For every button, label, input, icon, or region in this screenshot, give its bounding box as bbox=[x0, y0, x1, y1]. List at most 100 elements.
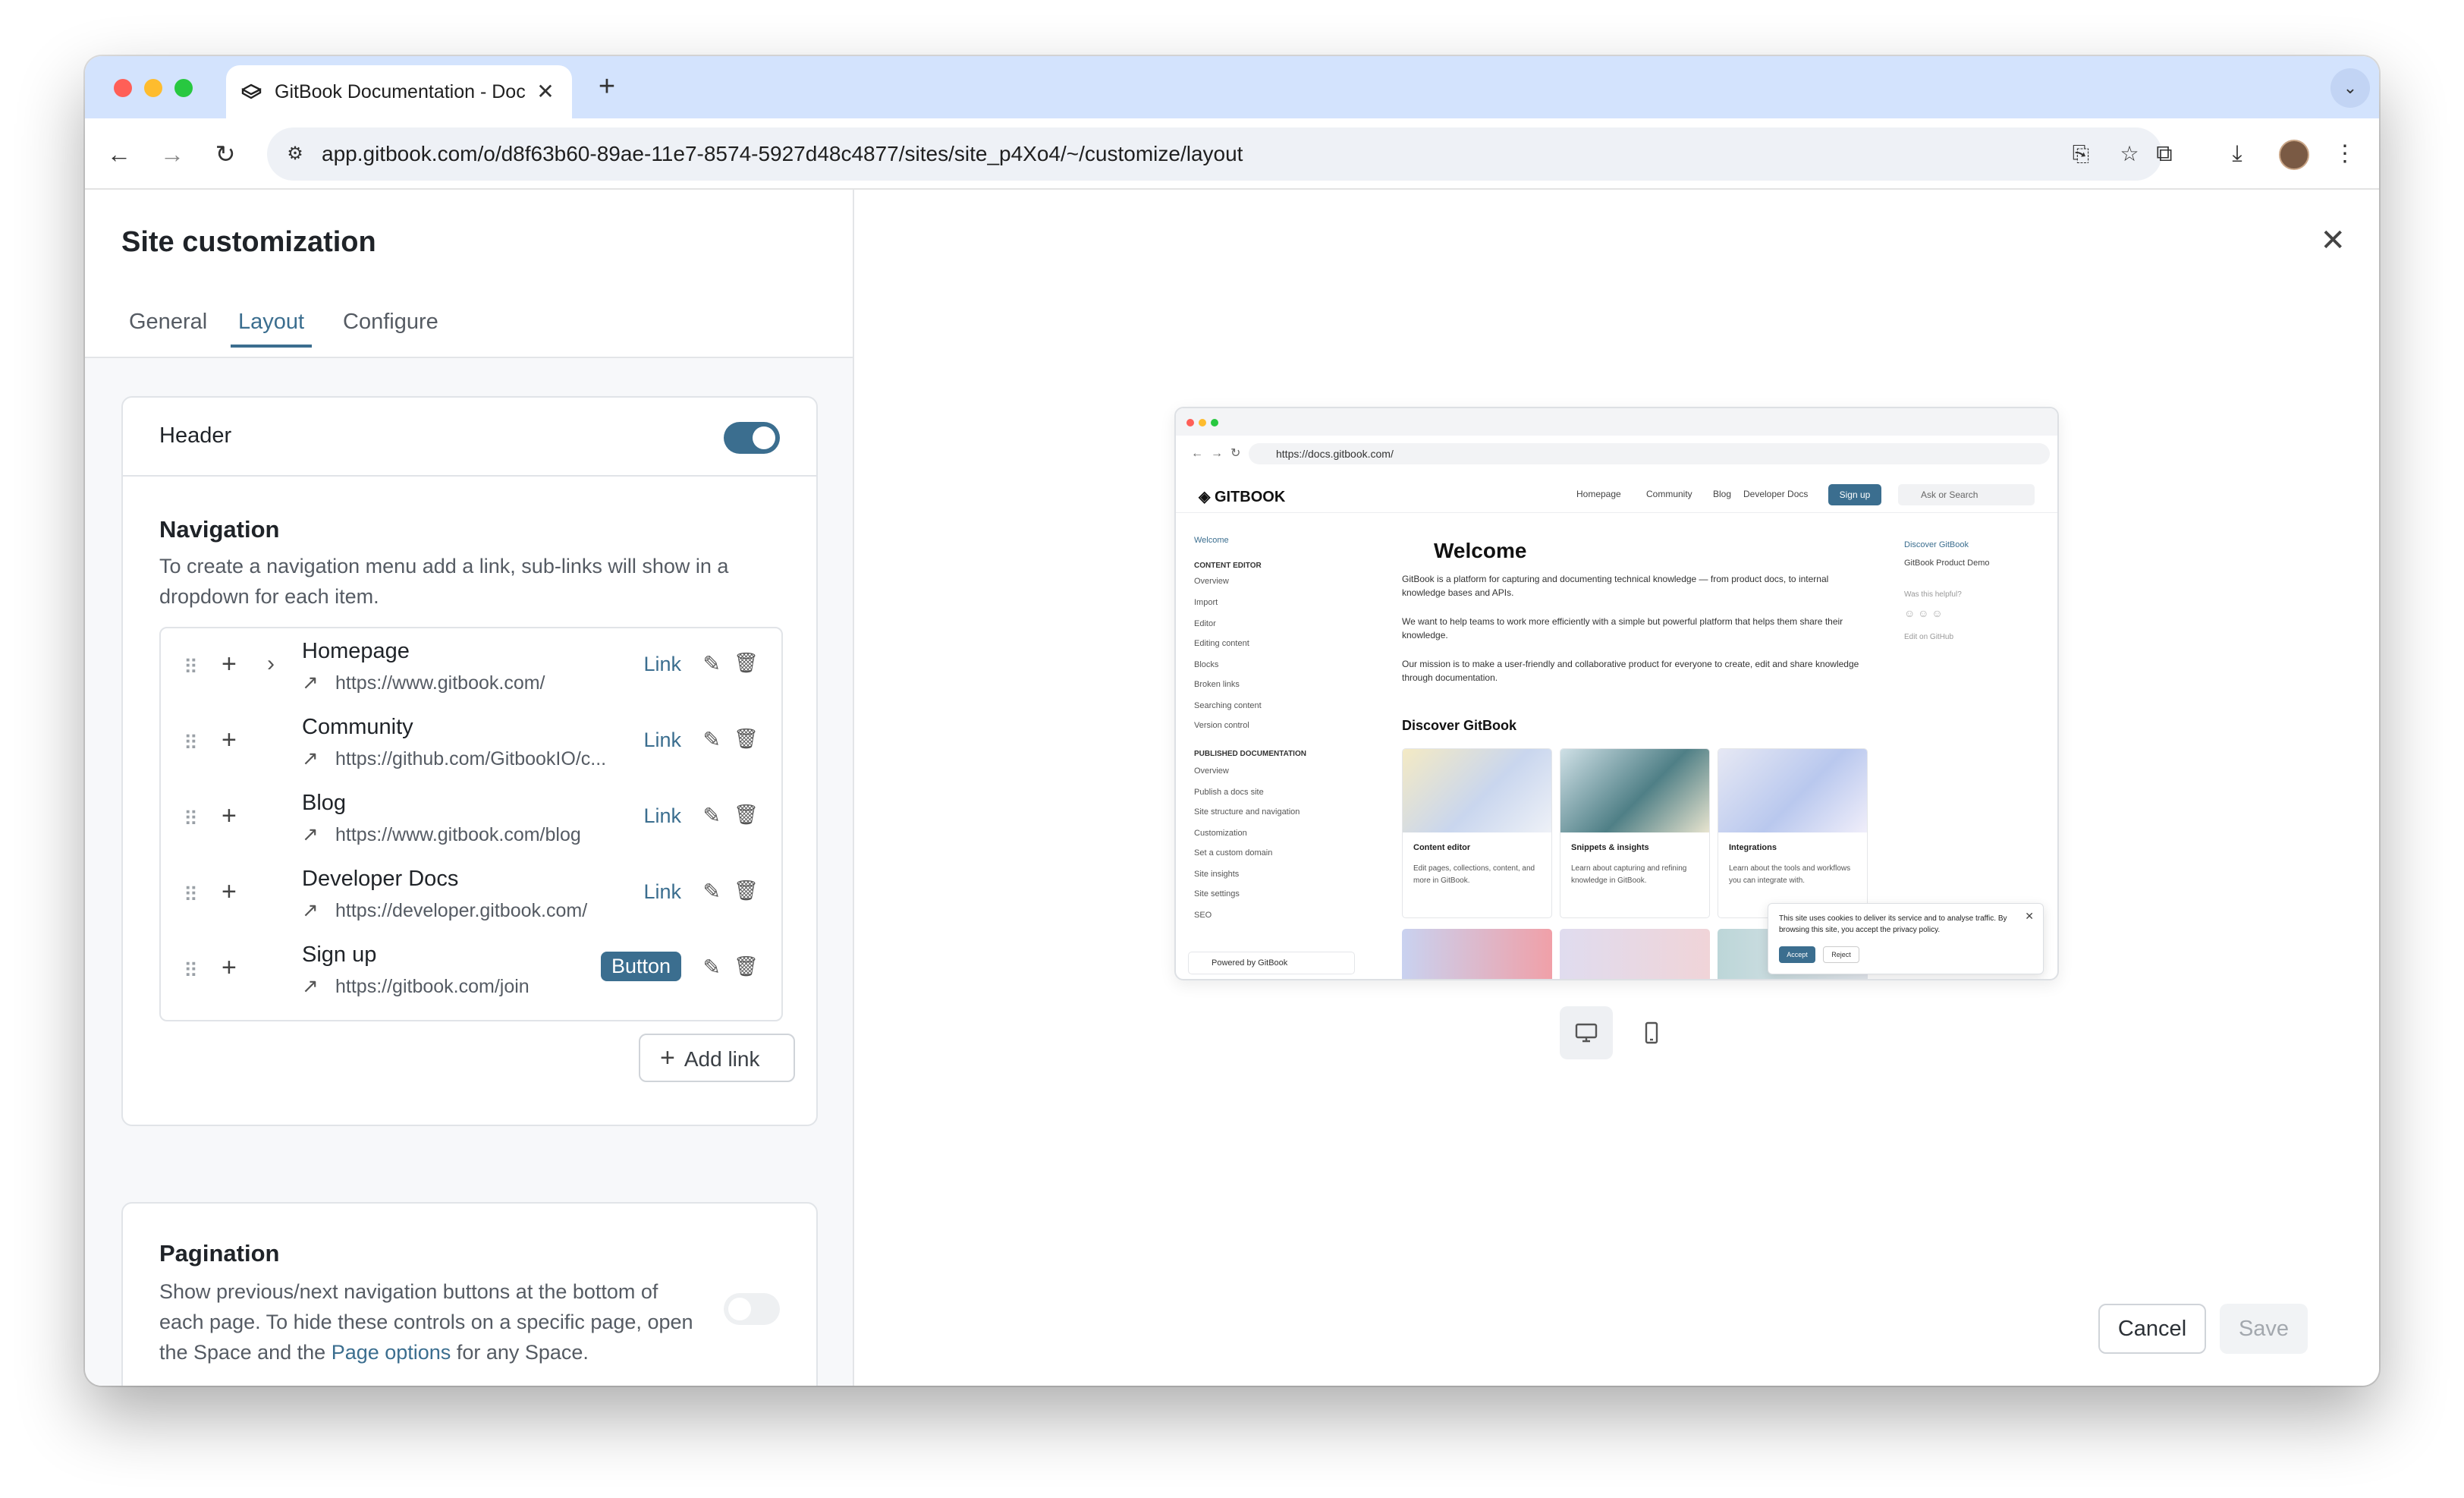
star-icon[interactable]: ☆ bbox=[2112, 137, 2147, 172]
nav-item-name: Community bbox=[302, 715, 413, 739]
zoom-window-button[interactable] bbox=[174, 79, 193, 97]
tab-configure[interactable]: Configure bbox=[343, 310, 438, 348]
external-link-icon: ↗ bbox=[302, 671, 319, 694]
nav-item-url: https://developer.gitbook.com/ bbox=[335, 900, 588, 921]
address-bar[interactable]: ⚙ app.gitbook.com/o/d8f63b60-89ae-11e7-8… bbox=[267, 127, 2162, 181]
avatar[interactable] bbox=[2279, 140, 2309, 170]
preview-cookie-close-icon: ✕ bbox=[2025, 910, 2034, 922]
header-label: Header bbox=[159, 423, 232, 448]
forward-icon[interactable]: → bbox=[153, 135, 191, 173]
nav-item-type[interactable]: Link bbox=[643, 653, 681, 676]
customization-panel: Site customization General Layout Config… bbox=[85, 190, 854, 1386]
trash-icon[interactable]: 🗑 bbox=[734, 955, 759, 978]
preview-sidebar-item: Editor bbox=[1194, 619, 1216, 628]
preview-toc-item: GitBook Product Demo bbox=[1904, 559, 1990, 568]
plus-icon[interactable]: + bbox=[222, 650, 237, 679]
preview-edit-github: Edit on GitHub bbox=[1904, 633, 1954, 641]
nav-item-name: Blog bbox=[302, 791, 347, 815]
extensions-icon[interactable]: ⧉ bbox=[2145, 135, 2183, 173]
trash-icon[interactable]: 🗑 bbox=[734, 727, 759, 751]
preview-sidebar-item: Site structure and navigation bbox=[1194, 807, 1300, 817]
header-toggle[interactable] bbox=[724, 422, 780, 454]
pencil-icon[interactable]: ✎ bbox=[703, 651, 721, 676]
nav-item-url: https://www.gitbook.com/blog bbox=[335, 824, 581, 845]
trash-icon[interactable]: 🗑 bbox=[734, 879, 759, 902]
preview-cookie-accept: Accept bbox=[1779, 946, 1815, 963]
install-icon[interactable]: ⎘ bbox=[2063, 137, 2098, 172]
preview-signup-button: Sign up bbox=[1828, 484, 1881, 505]
cancel-button[interactable]: Cancel bbox=[2098, 1304, 2206, 1354]
close-icon[interactable]: ✕ bbox=[2320, 223, 2346, 258]
preview-card-desc: Learn about the tools and workflows you … bbox=[1729, 864, 1851, 885]
drag-handle-icon[interactable]: ⠿ bbox=[184, 807, 198, 831]
site-settings-icon[interactable]: ⚙ bbox=[278, 137, 313, 172]
preview-card: Snippets & insights Learn about capturin… bbox=[1560, 748, 1710, 918]
trash-icon[interactable]: 🗑 bbox=[734, 651, 759, 675]
pagination-title: Pagination bbox=[159, 1240, 280, 1267]
nav-item-type[interactable]: Link bbox=[643, 729, 681, 752]
preview-sidebar-item: Version control bbox=[1194, 721, 1249, 730]
preview-sidebar-item: Site insights bbox=[1194, 870, 1240, 879]
pencil-icon[interactable]: ✎ bbox=[703, 727, 721, 752]
preview-reload-icon: ↻ bbox=[1230, 447, 1241, 460]
trash-icon[interactable]: 🗑 bbox=[734, 803, 759, 826]
nav-item-type[interactable]: Button bbox=[600, 952, 681, 981]
plus-icon[interactable]: + bbox=[222, 877, 237, 907]
preview-card-image bbox=[1402, 929, 1552, 979]
save-button[interactable]: Save bbox=[2220, 1304, 2308, 1354]
chevron-right-icon[interactable]: › bbox=[267, 651, 275, 677]
preview-dot bbox=[1211, 419, 1218, 426]
tab-title: GitBook Documentation - Doc bbox=[275, 80, 526, 102]
plus-icon[interactable]: + bbox=[222, 801, 237, 831]
pagination-toggle[interactable] bbox=[724, 1293, 780, 1325]
desktop-icon[interactable] bbox=[1560, 1006, 1613, 1059]
preview-sidebar-item: Publish a docs site bbox=[1194, 788, 1264, 797]
new-tab-icon[interactable]: + bbox=[590, 70, 624, 103]
plus-icon[interactable]: + bbox=[222, 953, 237, 983]
plus-icon[interactable]: + bbox=[222, 725, 237, 755]
nav-item-type[interactable]: Link bbox=[643, 804, 681, 828]
panel-header: Site customization General Layout Config… bbox=[85, 190, 853, 358]
tab-search-icon[interactable]: ⌄ bbox=[2330, 68, 2370, 108]
pagination-card: Pagination Show previous/next navigation… bbox=[121, 1202, 818, 1386]
plus-icon: + bbox=[660, 1043, 675, 1072]
preview-sidebar-item: Welcome bbox=[1194, 536, 1229, 545]
preview-cookie-banner: This site uses cookies to deliver its se… bbox=[1768, 903, 2044, 974]
preview-card-image bbox=[1718, 749, 1867, 832]
preview-dot bbox=[1199, 419, 1206, 426]
drag-handle-icon[interactable]: ⠿ bbox=[184, 959, 198, 983]
preview-card: Integrations Learn about the tools and w… bbox=[1718, 748, 1868, 918]
preview-sidebar-item: Set a custom domain bbox=[1194, 848, 1273, 858]
back-icon[interactable]: ← bbox=[100, 135, 138, 173]
drag-handle-icon[interactable]: ⠿ bbox=[184, 883, 198, 907]
drag-handle-icon[interactable]: ⠿ bbox=[184, 656, 198, 679]
browser-tab[interactable]: GitBook Documentation - Doc ✕ bbox=[226, 65, 572, 118]
mobile-icon[interactable] bbox=[1625, 1006, 1678, 1059]
page-options-link[interactable]: Page options bbox=[332, 1341, 451, 1364]
drag-handle-icon[interactable]: ⠿ bbox=[184, 732, 198, 755]
close-icon[interactable]: ✕ bbox=[533, 79, 558, 105]
nav-item-type[interactable]: Link bbox=[643, 880, 681, 904]
preview-cookie-text: This site uses cookies to deliver its se… bbox=[1779, 914, 2007, 934]
tab-general[interactable]: General bbox=[129, 310, 207, 348]
menu-icon[interactable]: ⋮ bbox=[2326, 135, 2364, 173]
preview-toc-item: Discover GitBook bbox=[1904, 540, 1969, 549]
preview-menu-item: Blog bbox=[1713, 489, 1732, 499]
download-icon[interactable]: ⤓ bbox=[2218, 135, 2256, 173]
tab-layout[interactable]: Layout bbox=[231, 310, 313, 348]
pencil-icon[interactable]: ✎ bbox=[703, 955, 721, 980]
preview-sidebar-item: Editing content bbox=[1194, 639, 1249, 648]
preview-card-desc: Learn about capturing and refining knowl… bbox=[1571, 864, 1687, 885]
preview-card-image bbox=[1560, 749, 1709, 832]
pencil-icon[interactable]: ✎ bbox=[703, 879, 721, 904]
preview-sidebar-group: CONTENT EDITOR bbox=[1194, 562, 1262, 570]
pencil-icon[interactable]: ✎ bbox=[703, 803, 721, 828]
minimize-window-button[interactable] bbox=[144, 79, 162, 97]
reload-icon[interactable]: ↻ bbox=[206, 135, 244, 173]
close-window-button[interactable] bbox=[114, 79, 132, 97]
preview-forward-icon: → bbox=[1211, 447, 1223, 460]
preview-sidebar-item: Customization bbox=[1194, 829, 1247, 838]
toggle-knob bbox=[728, 1298, 751, 1320]
add-link-button[interactable]: + Add link bbox=[639, 1034, 795, 1082]
nav-item-url: https://www.gitbook.com/ bbox=[335, 672, 545, 694]
